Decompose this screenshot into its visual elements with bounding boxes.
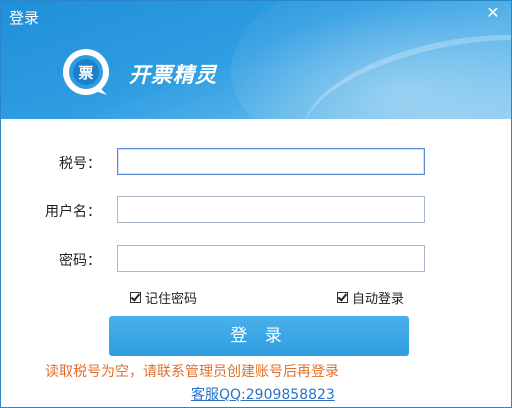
app-name: 开票精灵 xyxy=(129,63,217,87)
auto-login-option[interactable]: 自动登录 xyxy=(337,288,404,307)
close-icon[interactable]: ✕ xyxy=(483,3,503,23)
logo-glyph: 票 xyxy=(78,64,93,82)
checkmark-icon xyxy=(130,291,141,302)
customer-service-link[interactable]: 客服QQ:2909858823 xyxy=(191,384,335,404)
username-label: 用户名： xyxy=(45,204,101,220)
username-input[interactable] xyxy=(117,196,425,223)
remember-password-label: 记住密码 xyxy=(145,292,198,307)
app-logo-icon: 票 xyxy=(63,49,109,95)
tax-id-input[interactable] xyxy=(117,148,425,175)
checkmark-icon xyxy=(337,291,348,302)
login-window: 登录 ✕ 票 开票精灵 税号： 用户名： 密码： 记住密码 自动登录 登 录 读… xyxy=(0,0,512,408)
login-button[interactable]: 登 录 xyxy=(109,316,409,356)
header-banner: 登录 ✕ 票 开票精灵 xyxy=(1,1,511,119)
password-input[interactable] xyxy=(117,245,425,272)
auto-login-label: 自动登录 xyxy=(352,292,405,307)
error-message: 读取税号为空，请联系管理员创建账号后再登录 xyxy=(45,364,339,380)
password-label: 密码： xyxy=(59,253,101,269)
remember-password-option[interactable]: 记住密码 xyxy=(130,288,197,307)
auto-login-checkbox[interactable] xyxy=(337,291,348,303)
tax-id-label: 税号： xyxy=(59,156,101,172)
window-title: 登录 xyxy=(9,9,40,27)
remember-password-checkbox[interactable] xyxy=(130,291,141,303)
